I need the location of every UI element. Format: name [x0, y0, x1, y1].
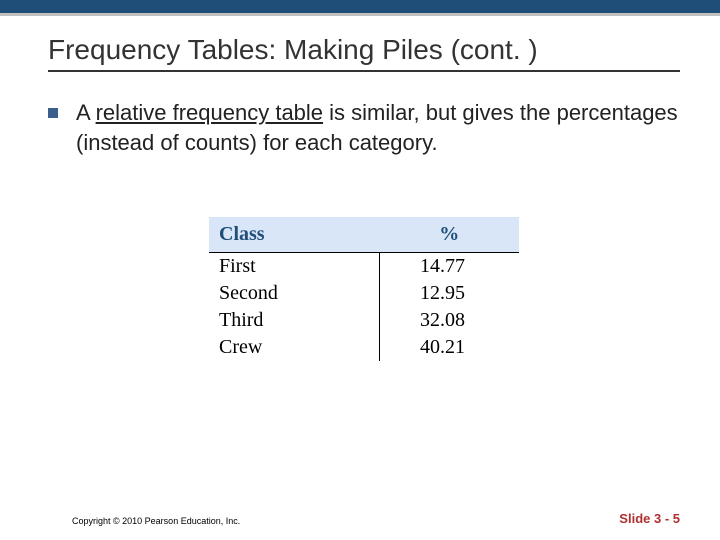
slide-title: Frequency Tables: Making Piles (cont. )	[48, 34, 680, 66]
cell-class: Second	[209, 280, 380, 307]
title-divider	[48, 70, 680, 72]
cell-class: Third	[209, 307, 380, 334]
frequency-table: Class % First 14.77 Second 12.95 Third 3…	[209, 217, 519, 361]
bullet-prefix: A	[76, 100, 96, 125]
cell-percent: 14.77	[380, 253, 520, 281]
square-bullet-icon	[48, 108, 58, 118]
table-row: Third 32.08	[209, 307, 519, 334]
table-row: Crew 40.21	[209, 334, 519, 361]
bullet-text: A relative frequency table is similar, b…	[76, 98, 680, 157]
table-header-row: Class %	[209, 217, 519, 253]
col-header-percent: %	[380, 217, 520, 253]
slide-footer: Copyright © 2010 Pearson Education, Inc.…	[0, 511, 720, 526]
bullet-term: relative frequency table	[96, 100, 323, 125]
cell-percent: 12.95	[380, 280, 520, 307]
slide-content: Frequency Tables: Making Piles (cont. ) …	[0, 16, 720, 361]
cell-percent: 40.21	[380, 334, 520, 361]
slide-number: Slide 3 - 5	[619, 511, 680, 526]
copyright-text: Copyright © 2010 Pearson Education, Inc.	[72, 516, 240, 526]
frequency-table-container: Class % First 14.77 Second 12.95 Third 3…	[209, 217, 519, 361]
cell-class: First	[209, 253, 380, 281]
col-header-class: Class	[209, 217, 380, 253]
bullet-item: A relative frequency table is similar, b…	[48, 98, 680, 157]
cell-class: Crew	[209, 334, 380, 361]
header-accent-bar	[0, 0, 720, 16]
table-row: Second 12.95	[209, 280, 519, 307]
cell-percent: 32.08	[380, 307, 520, 334]
table-row: First 14.77	[209, 253, 519, 281]
